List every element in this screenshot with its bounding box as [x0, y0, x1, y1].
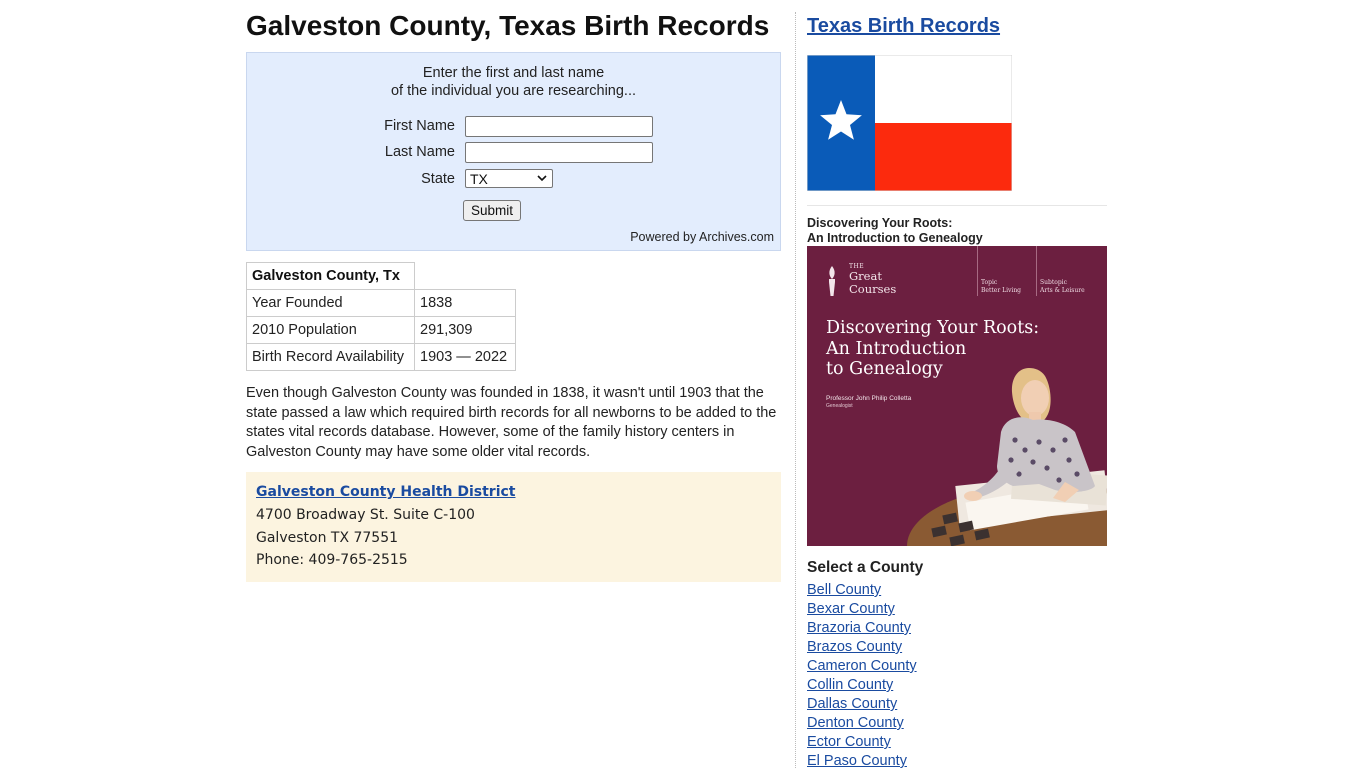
first-name-label: First Name: [384, 118, 455, 134]
table-cell-value: 1838: [414, 289, 516, 317]
state-select-value: TX: [470, 171, 488, 187]
table-cell-label: Birth Record Availability: [246, 343, 415, 371]
table-cell-label: Year Founded: [246, 289, 415, 317]
county-link[interactable]: Brazoria County: [807, 619, 917, 638]
county-link[interactable]: Cameron County: [807, 657, 917, 676]
last-name-row: Last Name: [247, 142, 780, 164]
health-office-link[interactable]: Galveston County Health District: [256, 484, 516, 500]
county-list: Bell County Bexar County Brazoria County…: [807, 581, 917, 768]
office-address-line2: Galveston TX 77551: [256, 530, 399, 546]
county-link[interactable]: Ector County: [807, 733, 917, 752]
first-name-input[interactable]: [465, 116, 653, 137]
cover-title-line1: Discovering Your Roots:: [826, 318, 1040, 338]
state-row: State TX: [247, 169, 780, 191]
county-link[interactable]: Bell County: [807, 581, 917, 600]
cover-professor: Professor John Philip Colletta: [826, 395, 912, 402]
county-link[interactable]: Brazos County: [807, 638, 917, 657]
county-link[interactable]: El Paso County: [807, 752, 917, 768]
table-row: 2010 Population 291,309: [246, 316, 516, 344]
cover-divider: [1036, 246, 1037, 296]
history-paragraph: Even though Galveston County was founded…: [246, 385, 777, 461]
cover-subtopic: Subtopic Arts & Leisure: [1040, 279, 1085, 295]
county-link[interactable]: Collin County: [807, 676, 917, 695]
county-facts-table: Galveston County, Tx Year Founded 1838 2…: [246, 262, 516, 371]
cover-subtopic-value: Arts & Leisure: [1040, 287, 1085, 294]
county-link[interactable]: Bexar County: [807, 600, 917, 619]
cover-topic: Topic Better Living: [981, 279, 1021, 295]
health-office-box: Galveston County Health District 4700 Br…: [246, 472, 781, 582]
column-divider: [795, 12, 796, 768]
table-row: Birth Record Availability 1903 — 2022: [246, 343, 516, 371]
county-link[interactable]: Denton County: [807, 714, 917, 733]
cover-divider: [977, 246, 978, 296]
cover-role: Genealogist: [826, 403, 853, 409]
cover-topic-label: Topic: [981, 279, 998, 286]
search-instructions-line2: of the individual you are researching...: [390, 83, 637, 99]
table-header: Galveston County, Tx: [246, 262, 415, 290]
page-title: Galveston County, Texas Birth Records: [246, 10, 770, 41]
page: Galveston County, Texas Birth Records En…: [0, 0, 1366, 768]
state-label: State: [421, 171, 455, 187]
cover-brand: Great Courses: [849, 270, 896, 296]
last-name-input[interactable]: [465, 142, 653, 163]
search-instructions-line1: Enter the first and last name: [422, 65, 605, 81]
cover-topic-value: Better Living: [981, 287, 1022, 294]
chevron-down-icon: [537, 175, 547, 182]
state-select[interactable]: TX: [465, 169, 553, 188]
texas-flag-image: [807, 55, 1012, 191]
sidebar-divider: [807, 205, 1107, 206]
submit-button[interactable]: Submit: [463, 200, 521, 221]
cover-brand-line2: Courses: [849, 282, 897, 296]
last-name-label: Last Name: [384, 144, 455, 160]
office-phone: Phone: 409-765-2515: [256, 552, 408, 568]
table-header-row: Galveston County, Tx: [246, 262, 516, 290]
search-instructions: Enter the first and last name of the ind…: [247, 64, 780, 100]
book-cover-ad[interactable]: THE Great Courses Topic Better Living Su…: [807, 246, 1107, 546]
table-row: Year Founded 1838: [246, 289, 516, 317]
county-link[interactable]: Dallas County: [807, 695, 917, 714]
cover-title-line2: An Introduction: [826, 338, 967, 359]
cover-title: Discovering Your Roots: An Introduction …: [826, 318, 1086, 380]
county-list-heading: Select a County: [807, 559, 924, 576]
torch-icon: [829, 266, 835, 296]
book-caption: Discovering Your Roots: An Introduction …: [807, 216, 983, 246]
cover-title-line3: to Genealogy: [826, 359, 943, 379]
table-cell-label: 2010 Population: [246, 316, 415, 344]
record-search-form: Enter the first and last name of the ind…: [246, 52, 781, 251]
table-cell-value: 1903 — 2022: [414, 343, 516, 371]
cover-subtopic-label: Subtopic: [1040, 279, 1067, 286]
first-name-row: First Name: [247, 116, 780, 138]
book-caption-line2: An Introduction to Genealogy: [807, 231, 983, 245]
table-cell-value: 291,309: [414, 316, 516, 344]
powered-by-text: Powered by Archives.com: [630, 230, 774, 244]
texas-birth-records-link[interactable]: Texas Birth Records: [807, 15, 1000, 38]
book-caption-line1: Discovering Your Roots:: [807, 216, 953, 230]
office-address-line1: 4700 Broadway St. Suite C-100: [256, 507, 475, 523]
